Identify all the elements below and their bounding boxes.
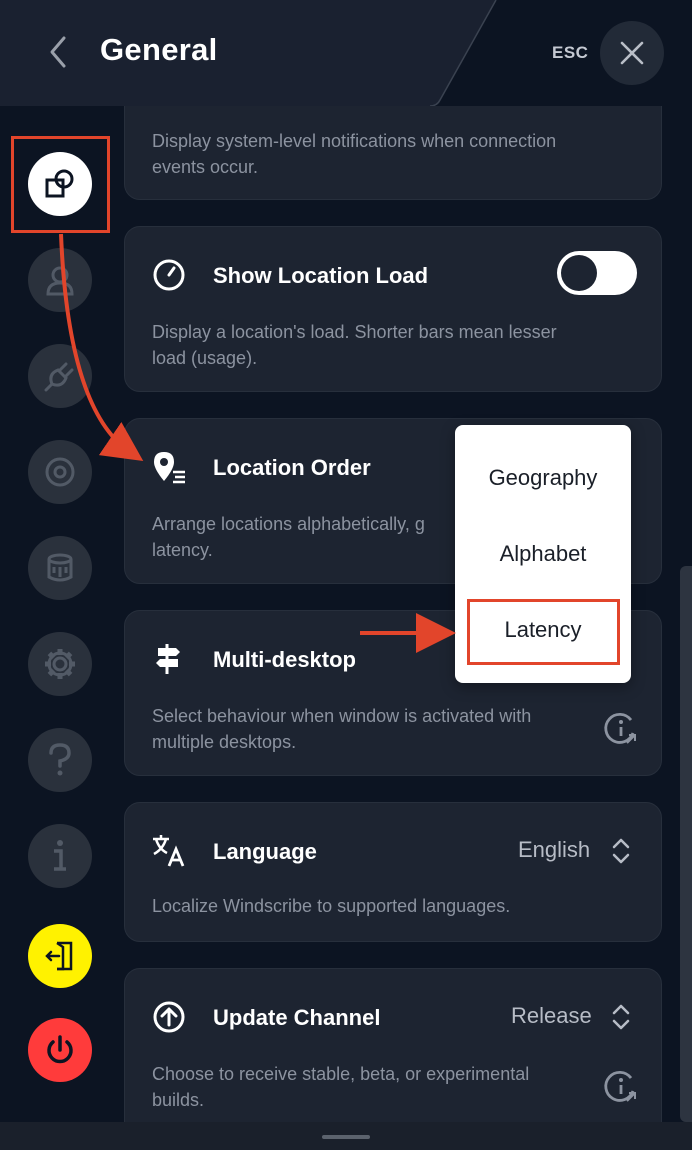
header-background-shape <box>0 0 497 106</box>
notifications-desc: Display system-level notifications when … <box>152 131 557 177</box>
logout-icon <box>45 941 73 971</box>
bottom-resize-bar <box>0 1122 692 1150</box>
esc-label: ESC <box>552 43 589 62</box>
multi-desktop-title: Multi-desktop <box>213 647 356 672</box>
advanced-gear-icon <box>45 649 75 679</box>
card-update-channel: Update Channel Release Choose to receive… <box>124 968 662 1122</box>
sidebar-item-robert[interactable] <box>28 440 92 504</box>
location-order-title: Location Order <box>213 455 371 480</box>
sidebar-item-advanced[interactable] <box>28 632 92 696</box>
update-channel-desc: Choose to receive stable, beta, or exper… <box>152 1064 530 1110</box>
info-external-icon[interactable] <box>603 711 639 747</box>
page-title: General <box>100 32 218 67</box>
language-title: Language <box>213 839 317 864</box>
sidebar-item-quit[interactable] <box>28 1018 92 1082</box>
language-value[interactable]: English <box>518 837 590 863</box>
scrollbar-thumb[interactable] <box>680 566 692 1122</box>
gauge-icon <box>151 257 187 293</box>
chevron-updown-icon[interactable] <box>611 837 631 865</box>
sidebar-item-help-me[interactable] <box>28 536 92 600</box>
close-button[interactable] <box>600 21 664 85</box>
dropdown-option-alphabet[interactable]: Alphabet <box>455 541 631 567</box>
location-load-toggle[interactable] <box>557 251 637 295</box>
location-pin-list-icon <box>151 449 187 485</box>
update-channel-value[interactable]: Release <box>511 1003 592 1029</box>
connection-plug-icon <box>44 362 74 392</box>
upload-arrow-icon <box>151 999 187 1035</box>
dropdown-option-geography[interactable]: Geography <box>455 465 631 491</box>
info-external-icon[interactable] <box>603 1069 639 1105</box>
card-notifications: Display system-level notifications when … <box>124 106 662 200</box>
language-desc: Localize Windscribe to supported languag… <box>152 896 511 916</box>
question-icon <box>49 743 71 776</box>
card-show-location-load: Show Location Load Display a location's … <box>124 226 662 392</box>
location-load-desc: Display a location's load. Shorter bars … <box>152 322 557 368</box>
sidebar-item-logout[interactable] <box>28 924 92 988</box>
sidebar-item-about[interactable] <box>28 824 92 888</box>
sidebar-item-help[interactable] <box>28 728 92 792</box>
chevron-left-icon[interactable] <box>44 34 74 70</box>
location-load-title: Show Location Load <box>213 263 429 288</box>
chevron-updown-icon[interactable] <box>611 1003 631 1031</box>
header-bar: General ESC <box>0 0 692 106</box>
toggle-knob <box>561 255 597 291</box>
multi-desktop-desc: Select behaviour when window is activate… <box>152 706 532 752</box>
help-me-icon <box>47 553 73 582</box>
highlight-box-latency <box>467 599 620 665</box>
sidebar-item-account[interactable] <box>28 248 92 312</box>
account-icon <box>46 266 74 296</box>
translate-icon <box>151 833 187 869</box>
robert-icon <box>45 457 75 487</box>
about-info-icon <box>54 840 66 871</box>
resize-handle[interactable] <box>322 1135 370 1139</box>
highlight-box-general <box>11 136 110 233</box>
power-icon <box>47 1035 73 1064</box>
card-language: Language English Localize Windscribe to … <box>124 802 662 942</box>
update-channel-title: Update Channel <box>213 1005 381 1030</box>
close-icon <box>620 41 644 65</box>
signpost-icon <box>151 641 187 677</box>
sidebar-item-connection[interactable] <box>28 344 92 408</box>
